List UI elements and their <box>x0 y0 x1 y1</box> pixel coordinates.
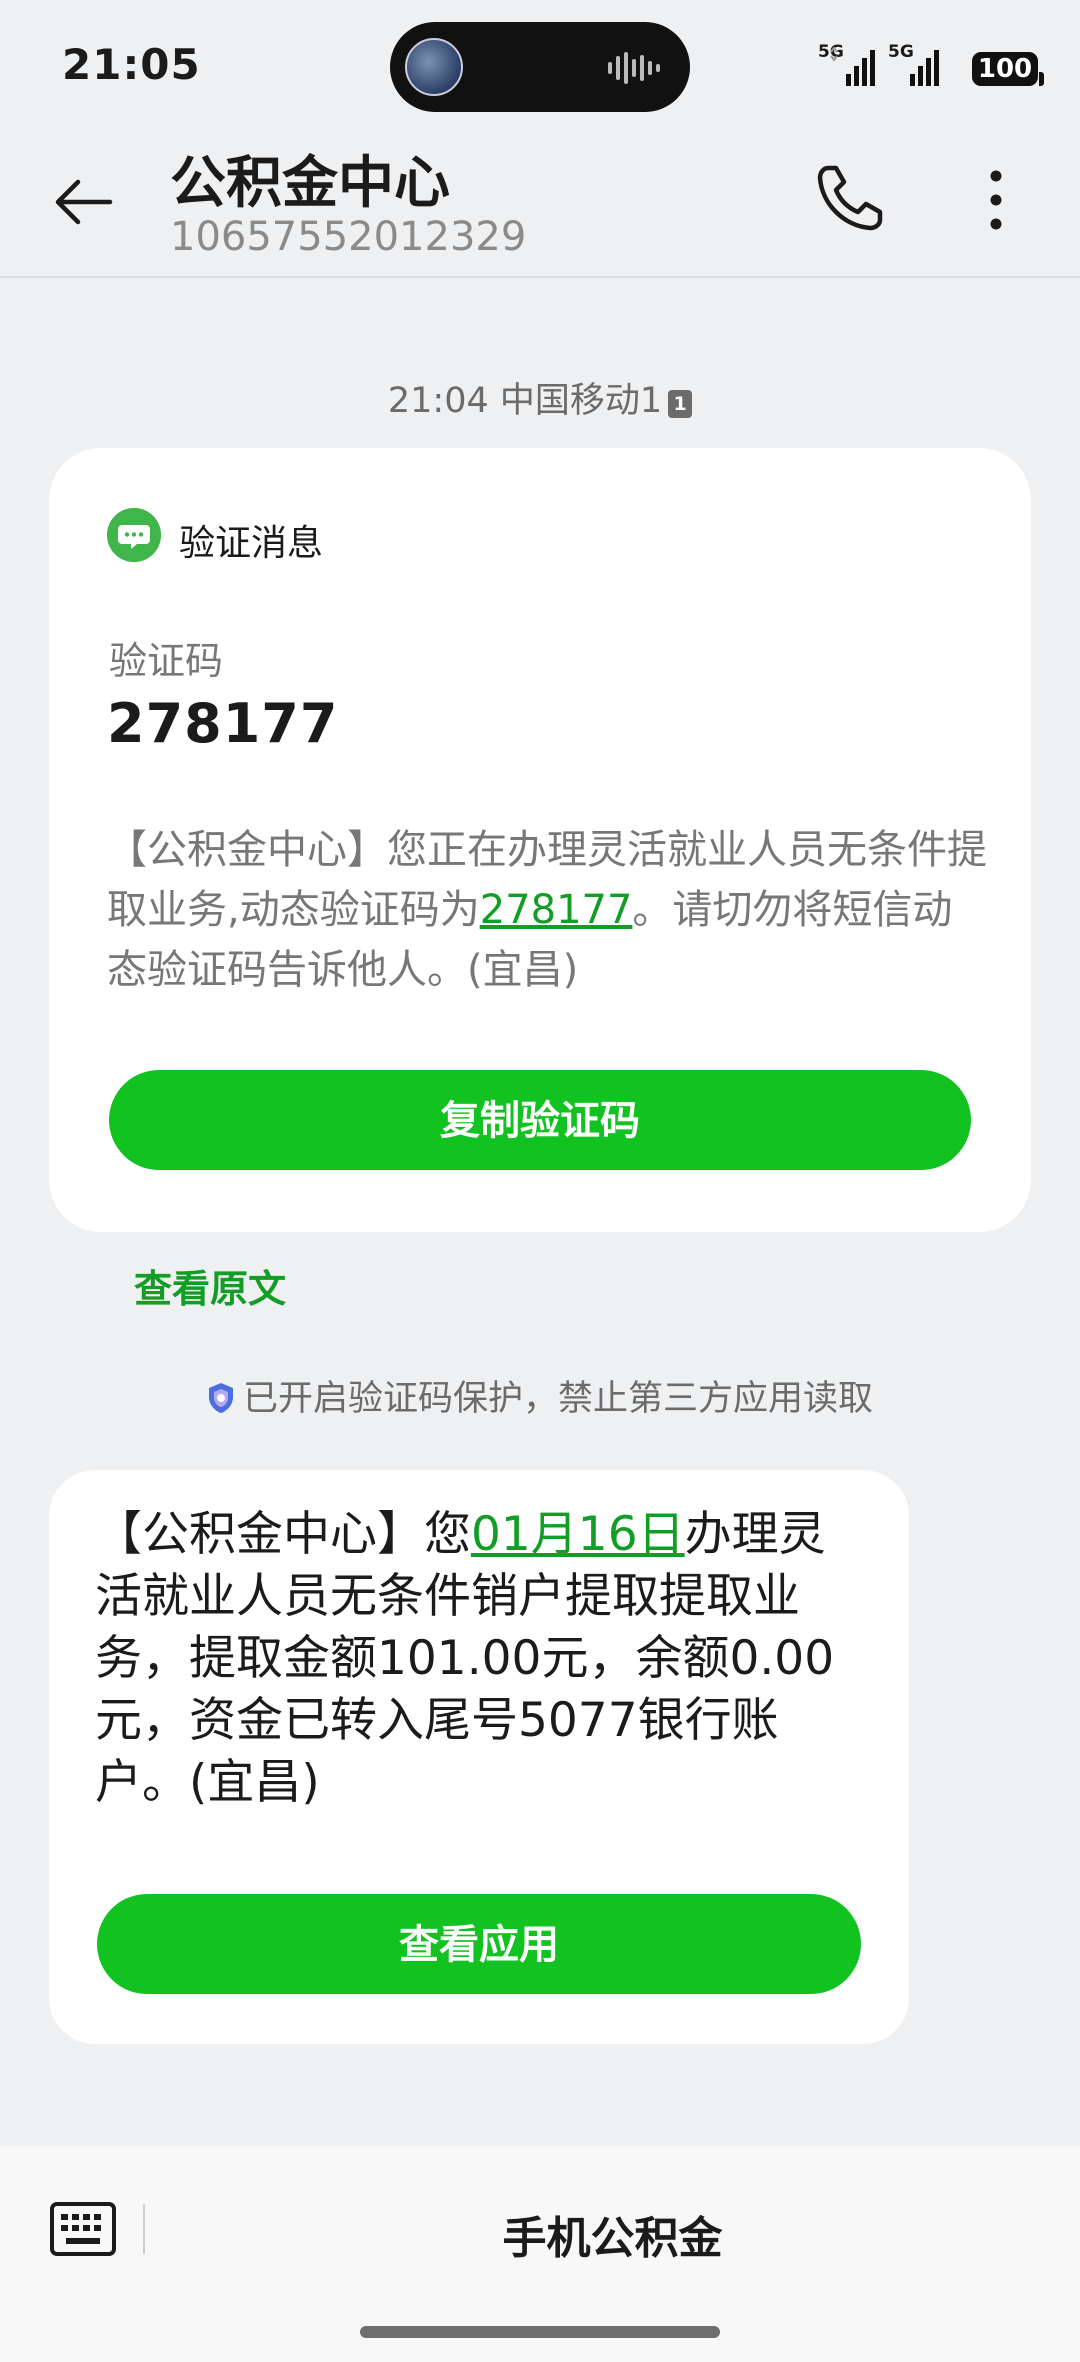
protection-text: 已开启验证码保护，禁止第三方应用读取 <box>242 1379 873 1419</box>
signal-icon <box>830 46 875 86</box>
message-timestamp: 21:04 中国移动1 1 <box>0 372 1080 423</box>
back-arrow-icon[interactable] <box>48 166 120 238</box>
verification-code[interactable]: 278177 <box>107 692 338 755</box>
copy-code-button[interactable]: 复制验证码 <box>109 1070 971 1170</box>
date-link[interactable]: 01月16日 <box>471 1507 685 1562</box>
phone-icon[interactable] <box>812 160 888 236</box>
signal-icon <box>910 50 939 86</box>
view-app-button[interactable]: 查看应用 <box>97 1894 861 1994</box>
bottom-menu-bar: 手机公积金 <box>0 2146 1080 2362</box>
timestamp-text: 21:04 中国移动1 <box>387 381 663 421</box>
code-label: 验证码 <box>109 639 224 683</box>
status-indicators: 5G 5G 100 <box>818 42 1044 88</box>
code-link[interactable]: 278177 <box>480 887 633 933</box>
withdrawal-message: 【公积金中心】您01月16日办理灵活就业人员无条件销户提取提取业务，提取金额10… <box>95 1504 865 1814</box>
view-original-link[interactable]: 查看原文 <box>134 1258 286 1313</box>
header-divider <box>0 276 1080 278</box>
contact-title: 公积金中心 <box>170 151 450 216</box>
conversation-header: 公积金中心 10657552012329 <box>0 130 1080 276</box>
shield-icon <box>208 1383 233 1413</box>
battery-icon: 100 <box>972 52 1044 86</box>
status-bar: 21:05 5G 5G 100 <box>0 0 1080 130</box>
more-vertical-icon[interactable] <box>966 164 1026 236</box>
home-indicator[interactable] <box>360 2326 720 2338</box>
contact-number: 10657552012329 <box>170 214 527 260</box>
message-bubble: 【公积金中心】您01月16日办理灵活就业人员无条件销户提取提取业务，提取金额10… <box>49 1470 909 2044</box>
message-bubble-icon <box>107 508 161 562</box>
protection-notice: 已开启验证码保护，禁止第三方应用读取 <box>0 1370 1080 1421</box>
status-time: 21:05 <box>62 40 201 89</box>
sim-badge: 1 <box>668 390 693 418</box>
menu-button[interactable]: 手机公积金 <box>145 2202 1080 2266</box>
island-app-avatar <box>405 38 463 96</box>
verify-title: 验证消息 <box>179 523 324 564</box>
battery-level: 100 <box>977 54 1033 84</box>
message-text: 【公积金中心】您 <box>95 1507 471 1562</box>
verification-message: 【公积金中心】您正在办理灵活就业人员无条件提取业务,动态验证码为278177。请… <box>107 820 987 1000</box>
dynamic-island[interactable] <box>390 22 690 112</box>
audio-wave-icon <box>608 52 660 84</box>
verification-card: 验证消息 验证码 278177 【公积金中心】您正在办理灵活就业人员无条件提取业… <box>49 448 1031 1232</box>
keyboard-icon[interactable] <box>50 2202 116 2256</box>
